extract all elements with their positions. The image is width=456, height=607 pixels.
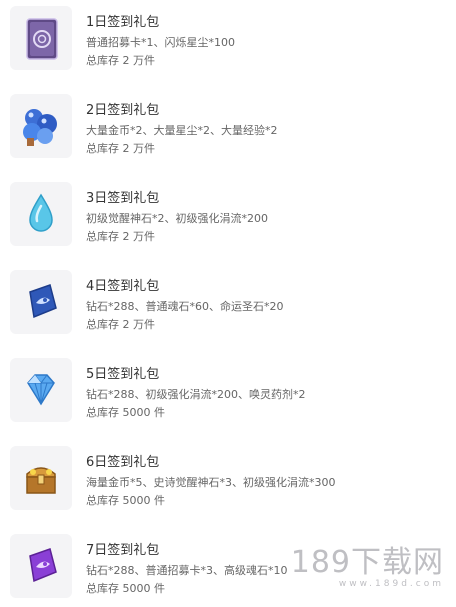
diamond-icon	[27, 374, 55, 406]
pack-stock: 总库存 5000 件	[86, 582, 165, 595]
pack-stock: 总库存 2 万件	[86, 230, 155, 243]
pack-title: 1日签到礼包	[86, 15, 160, 30]
pack-stock: 总库存 2 万件	[86, 318, 155, 331]
pack-contents: 大量金币*2、大量星尘*2、大量经验*2	[86, 124, 278, 137]
pack-contents: 钻石*288、普通魂石*60、命运圣石*20	[86, 300, 284, 313]
pack-title: 4日签到礼包	[86, 279, 160, 294]
pack-contents: 钻石*288、普通招募卡*3、高级魂石*10	[86, 564, 288, 577]
icon-box	[10, 534, 72, 598]
pack-contents: 初级觉醒神石*2、初级强化涓流*200	[86, 212, 268, 225]
pack-contents: 普通招募卡*1、闪烁星尘*100	[86, 36, 235, 49]
pack-stock: 总库存 5000 件	[86, 494, 165, 507]
pack-stock: 总库存 2 万件	[86, 142, 155, 155]
pack-title: 7日签到礼包	[86, 543, 160, 558]
watermark: 189下载网 www.189d.com	[291, 537, 444, 589]
icon-box	[10, 270, 72, 334]
soul-stone-icon	[29, 284, 57, 319]
pack-stock: 总库存 5000 件	[86, 406, 165, 419]
list-item[interactable]: 3日签到礼包 初级觉醒神石*2、初级强化涓流*200 总库存 2 万件	[0, 182, 456, 252]
advanced-soul-stone-icon	[29, 548, 57, 583]
watermark-logo: 189下载网	[290, 545, 444, 580]
pack-title: 6日签到礼包	[86, 455, 160, 470]
resource-orbs-icon	[23, 109, 57, 146]
icon-box	[10, 6, 72, 70]
icon-box	[10, 182, 72, 246]
list-item[interactable]: 2日签到礼包 大量金币*2、大量星尘*2、大量经验*2 总库存 2 万件	[0, 94, 456, 164]
icon-box	[10, 94, 72, 158]
pack-contents: 钻石*288、初级强化涓流*200、唤灵药剂*2	[86, 388, 306, 401]
pack-title: 3日签到礼包	[86, 191, 160, 206]
pack-title: 2日签到礼包	[86, 103, 160, 118]
treasure-chest-icon	[26, 467, 56, 494]
list-item[interactable]: 4日签到礼包 钻石*288、普通魂石*60、命运圣石*20 总库存 2 万件	[0, 270, 456, 340]
list-item[interactable]: 6日签到礼包 海量金币*5、史诗觉醒神石*3、初级强化涓流*300 总库存 50…	[0, 446, 456, 516]
pack-title: 5日签到礼包	[86, 367, 160, 382]
list-item[interactable]: 5日签到礼包 钻石*288、初级强化涓流*200、唤灵药剂*2 总库存 5000…	[0, 358, 456, 428]
pack-contents: 海量金币*5、史诗觉醒神石*3、初级强化涓流*300	[86, 476, 336, 489]
pack-stock: 总库存 2 万件	[86, 54, 155, 67]
icon-box	[10, 446, 72, 510]
recruit-card-icon	[26, 18, 58, 60]
water-drop-icon	[29, 193, 53, 232]
list-item[interactable]: 1日签到礼包 普通招募卡*1、闪烁星尘*100 总库存 2 万件	[0, 6, 456, 76]
icon-box	[10, 358, 72, 422]
